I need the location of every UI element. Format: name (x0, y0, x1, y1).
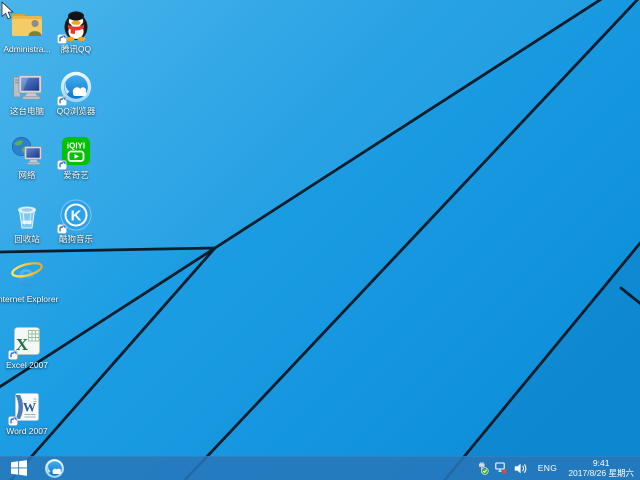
desktop-icon-label: 酷狗音乐 (59, 234, 93, 244)
desktop-icon-word[interactable]: W Word 2007 (0, 390, 59, 436)
iqiyi-logo-text: iQIYI (67, 142, 85, 151)
kugou-logo-text: K (71, 208, 82, 225)
desktop-icon-kugou[interactable]: K 酷狗音乐 (44, 198, 108, 244)
language-indicator[interactable]: ENG (538, 463, 558, 473)
excel-2007-icon: X (10, 324, 44, 358)
desktop-icon-label: 腾讯QQ (61, 44, 91, 54)
kugou-music-icon: K (59, 198, 93, 232)
desktop-icon-label: Internet Explorer (0, 294, 58, 304)
clock-date: 2017/8/26 星期六 (568, 468, 634, 478)
internet-explorer-icon: e (10, 258, 44, 292)
taskbar-qq-browser-button[interactable] (38, 456, 70, 480)
desktop-icon-label: Excel 2007 (6, 360, 48, 370)
word-2007-icon: W (10, 390, 44, 424)
desktop-icon-iqiyi[interactable]: iQIYI 爱奇艺 (44, 134, 108, 180)
usb-safely-remove-icon[interactable] (476, 462, 489, 475)
volume-icon[interactable] (514, 462, 527, 475)
qq-browser-icon (59, 70, 93, 104)
shortcut-arrow-icon (57, 160, 67, 170)
clock-time: 9:41 (568, 458, 634, 468)
desktop-icon-label: 回收站 (14, 234, 40, 244)
qq-browser-icon (44, 458, 65, 479)
administrator-folder-icon (10, 8, 44, 42)
start-button[interactable] (0, 456, 38, 480)
desktop-icon-label: QQ浏览器 (57, 106, 96, 116)
taskbar-clock[interactable]: 9:41 2017/8/26 星期六 (568, 458, 634, 478)
mouse-cursor (1, 1, 15, 21)
desktop-icon-excel[interactable]: X Excel 2007 (0, 324, 59, 370)
windows-logo-icon (11, 460, 27, 476)
shortcut-arrow-icon (8, 350, 18, 360)
desktop-icon-label: 网络 (18, 170, 35, 180)
taskbar: ENG 9:41 2017/8/26 星期六 (0, 456, 640, 480)
shortcut-arrow-icon (57, 34, 67, 44)
desktop-icon-qq-browser[interactable]: QQ浏览器 (44, 70, 108, 116)
iqiyi-icon: iQIYI (59, 134, 93, 168)
desktop-icon-label: Word 2007 (6, 426, 47, 436)
tencent-qq-icon (59, 8, 93, 42)
recycle-bin-icon (10, 198, 44, 232)
this-pc-icon (10, 70, 44, 104)
shortcut-arrow-icon (57, 96, 67, 106)
network-icon (10, 134, 44, 168)
desktop-icon-label: 这台电脑 (10, 106, 44, 116)
network-disconnected-icon[interactable] (495, 462, 508, 475)
system-tray: ENG 9:41 2017/8/26 星期六 (476, 458, 640, 478)
desktop-icon-qq[interactable]: 腾讯QQ (44, 8, 108, 54)
shortcut-arrow-icon (57, 224, 67, 234)
desktop-icon-internet-explorer[interactable]: e Internet Explorer (0, 258, 59, 304)
desktop-icon-label: 爱奇艺 (63, 170, 89, 180)
shortcut-arrow-icon (8, 416, 18, 426)
